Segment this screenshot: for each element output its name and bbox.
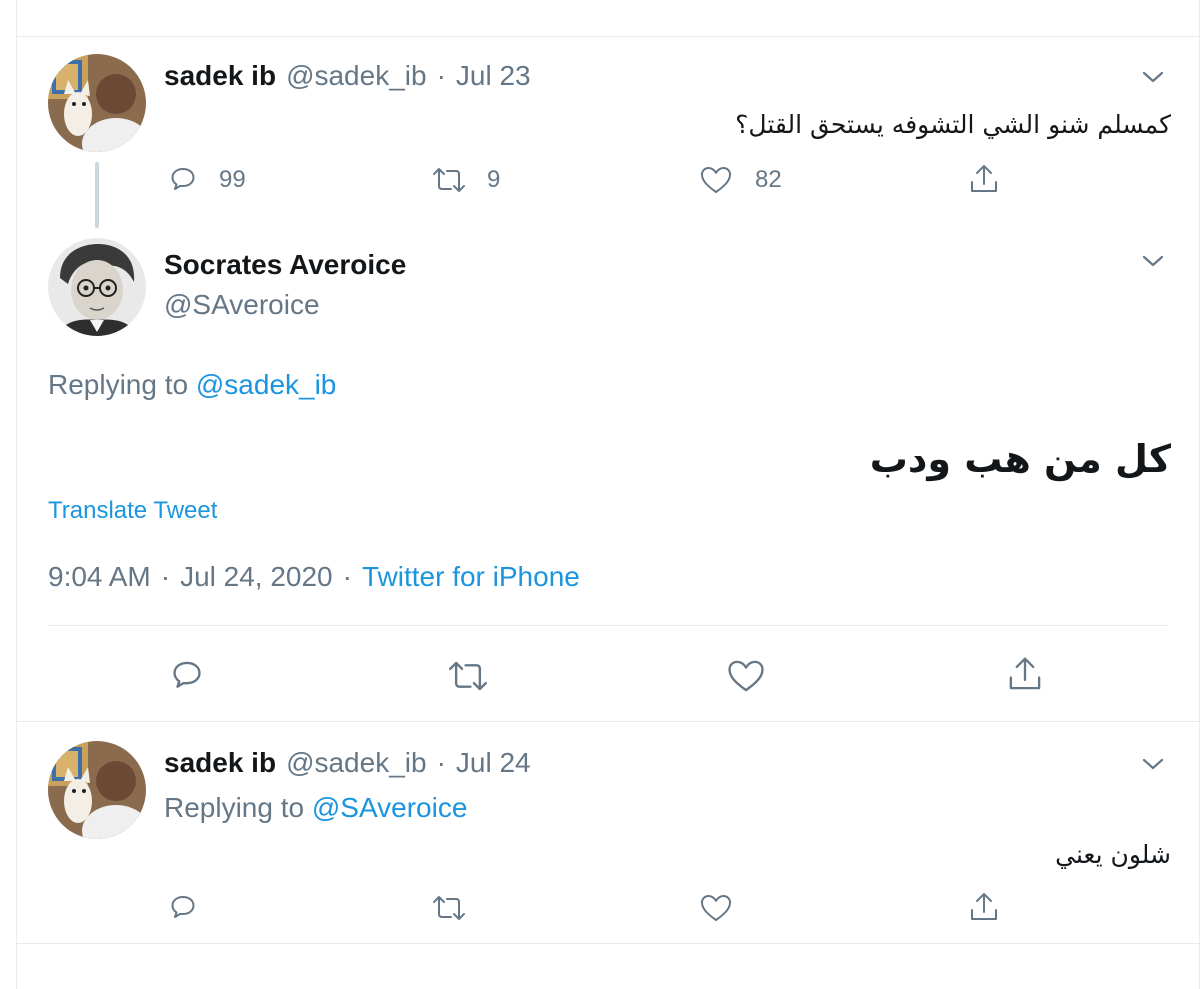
heart-icon — [728, 660, 764, 692]
divider — [17, 943, 1199, 944]
chevron-down-icon[interactable] — [1139, 63, 1167, 91]
like-count: 82 — [755, 166, 782, 193]
tweet-source-link[interactable]: Twitter for iPhone — [362, 561, 580, 593]
translate-tweet-link[interactable]: Translate Tweet — [48, 497, 217, 525]
reply-icon — [171, 896, 195, 918]
separator-dot: · — [160, 561, 171, 592]
share-button[interactable] — [967, 162, 1001, 196]
replying-to-label: Replying to — [48, 369, 189, 400]
tweet-text: شلون يعني — [1055, 840, 1171, 869]
tweet-timestamp-line: 9:04 AM · Jul 24, 2020 · Twitter for iPh… — [48, 561, 580, 593]
thread-connector — [95, 162, 99, 228]
replying-to-line: Replying to @sadek_ib — [48, 369, 336, 401]
chevron-down-icon[interactable] — [1139, 247, 1167, 275]
share-icon — [971, 165, 997, 192]
divider — [48, 625, 1168, 626]
avatar-photo-icon — [48, 741, 146, 839]
avatar-photo-icon — [48, 54, 146, 152]
replying-to-line: Replying to @SAveroice — [164, 792, 467, 824]
tweet3-header: sadek ib @sadek_ib · Jul 24 — [164, 747, 531, 779]
separator-dot: · — [342, 561, 352, 592]
reply-icon — [171, 168, 195, 190]
author-name[interactable]: sadek ib — [164, 747, 276, 779]
tweet-text: كمسلم شنو الشي التشوفه يستحق القتل؟ — [735, 110, 1171, 139]
reply-button[interactable]: 99 — [167, 164, 246, 196]
heart-icon — [701, 167, 731, 193]
like-button[interactable]: 82 — [699, 164, 782, 196]
tweet-time[interactable]: 9:04 AM — [48, 561, 151, 593]
main-tweet-text: كل من هب ودب — [869, 437, 1171, 481]
retweet-icon — [433, 168, 465, 192]
share-icon — [1009, 657, 1041, 690]
separator-dot: · — [436, 60, 446, 91]
chevron-down-icon[interactable] — [1139, 750, 1167, 778]
share-button[interactable] — [1005, 654, 1045, 694]
tweet-full-date[interactable]: Jul 24, 2020 — [180, 561, 333, 593]
avatar-sadek[interactable] — [48, 741, 146, 839]
tweet-date[interactable]: Jul 24 — [456, 747, 531, 779]
replying-to-handle[interactable]: @sadek_ib — [196, 369, 337, 400]
divider — [17, 721, 1199, 722]
retweet-button[interactable] — [446, 657, 490, 695]
reply-count: 99 — [219, 166, 246, 193]
retweet-button[interactable]: 9 — [431, 164, 500, 196]
reply-button[interactable] — [168, 657, 206, 695]
retweet-count: 9 — [487, 166, 501, 193]
like-button[interactable] — [699, 892, 733, 924]
avatar-socrates[interactable] — [48, 238, 146, 336]
retweet-button[interactable] — [431, 892, 467, 924]
author-handle[interactable]: @sadek_ib — [286, 60, 427, 92]
tweet-date[interactable]: Jul 23 — [456, 60, 531, 92]
reply-icon — [173, 661, 201, 688]
timeline-column: sadek ib @sadek_ib · Jul 23 كمسلم شنو ال… — [16, 0, 1200, 989]
share-button[interactable] — [967, 890, 1001, 924]
author-name[interactable]: sadek ib — [164, 60, 276, 92]
retweet-icon — [433, 896, 465, 920]
like-button[interactable] — [726, 657, 766, 695]
retweet-icon — [449, 661, 487, 691]
share-icon — [971, 893, 997, 920]
author-handle[interactable]: @SAveroice — [164, 289, 320, 321]
reply-button[interactable] — [167, 892, 199, 924]
replying-to-label: Replying to — [164, 792, 305, 823]
avatar-drawing-icon — [48, 238, 146, 336]
author-name[interactable]: Socrates Averoice — [164, 249, 406, 281]
separator-dot: · — [436, 747, 446, 778]
heart-icon — [701, 895, 731, 921]
replying-to-handle[interactable]: @SAveroice — [312, 792, 468, 823]
tweet1-header: sadek ib @sadek_ib · Jul 23 — [164, 60, 531, 92]
author-handle[interactable]: @sadek_ib — [286, 747, 427, 779]
divider — [17, 36, 1199, 37]
avatar-sadek[interactable] — [48, 54, 146, 152]
